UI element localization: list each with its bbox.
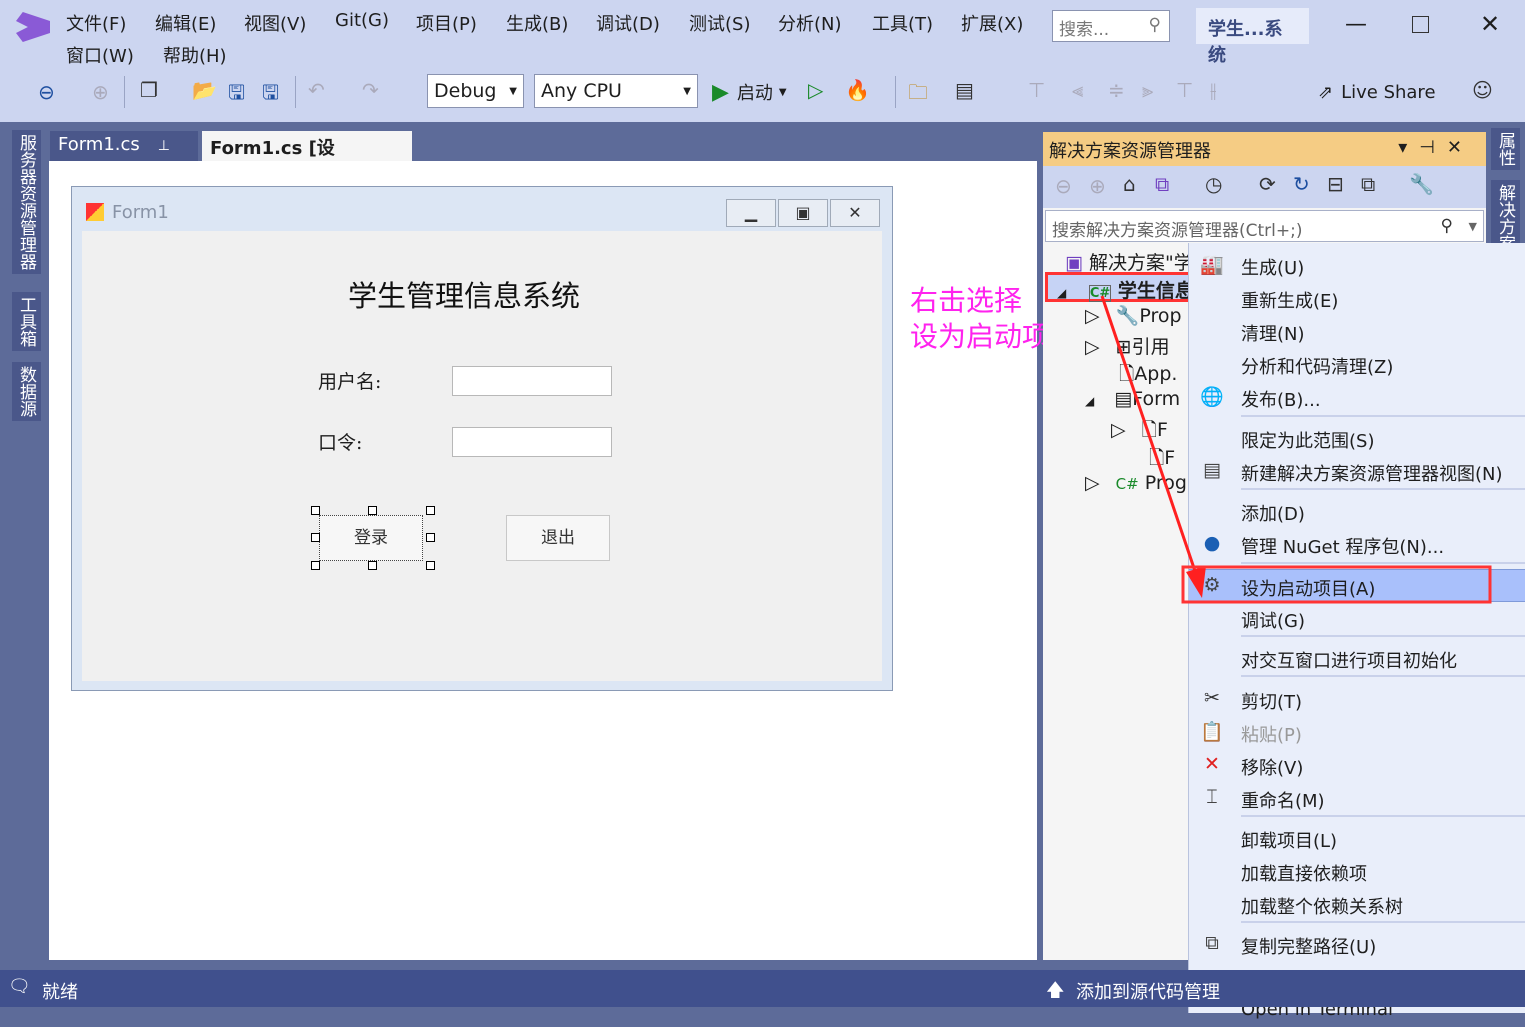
upload-icon: 🡅 (1046, 980, 1065, 1001)
highlight-box (1181, 565, 1492, 604)
annotation-arrow (1100, 295, 1492, 604)
status-icon: 🗨 (8, 976, 31, 997)
status-bar: 🗨 就绪 🡅 添加到源代码管理 (0, 970, 1525, 1007)
arrow-head (1186, 566, 1206, 598)
add-to-source-control[interactable]: 添加到源代码管理 (1076, 978, 1220, 1004)
status-ready: 就绪 (42, 982, 78, 1003)
arrow-line (1100, 295, 1200, 581)
